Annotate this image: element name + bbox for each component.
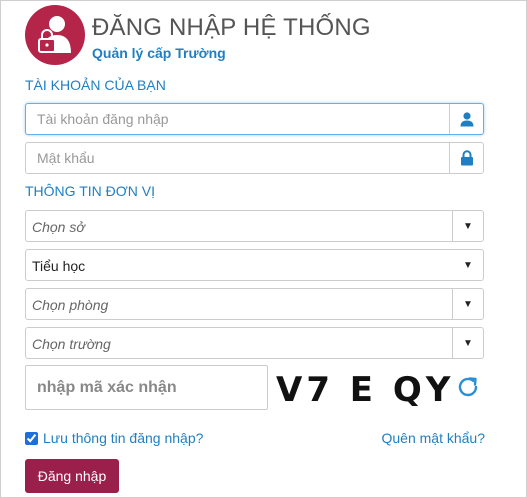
lock-icon [449, 143, 483, 173]
office-select-value: Chọn phòng [32, 297, 109, 313]
captcha-field [25, 365, 268, 410]
account-section-label: TÀI KHOẢN CỦA BẠN [25, 77, 166, 93]
page-subtitle: Quản lý cấp Trường [92, 45, 226, 61]
password-field [25, 142, 484, 174]
username-input[interactable] [26, 104, 451, 134]
page-title: ĐĂNG NHẬP HỆ THỐNG [92, 14, 371, 41]
remember-me[interactable]: Lưu thông tin đăng nhập? [25, 430, 203, 446]
username-field [25, 103, 484, 135]
office-select[interactable]: Chọn phòng ▼ [25, 288, 484, 320]
password-input[interactable] [26, 143, 451, 173]
refresh-icon[interactable] [455, 374, 481, 400]
logo-user-lock-icon [25, 5, 85, 65]
caret-down-icon: ▼ [452, 289, 483, 319]
captcha-input[interactable] [26, 366, 267, 409]
level-select[interactable]: Tiểu học ▼ [25, 249, 484, 281]
captcha-image: V7 E QY [272, 365, 452, 410]
level-select-value: Tiểu học [32, 258, 86, 274]
caret-down-icon: ▼ [452, 328, 483, 358]
forgot-password-link[interactable]: Quên mật khẩu? [381, 430, 485, 446]
captcha-text: V7 E QY [276, 370, 452, 410]
school-select-value: Chọn trường [32, 336, 111, 352]
login-button[interactable]: Đăng nhập [25, 459, 119, 493]
caret-down-icon: ▼ [463, 259, 473, 271]
department-select[interactable]: Chọn sở ▼ [25, 210, 484, 242]
remember-checkbox[interactable] [25, 431, 38, 445]
department-select-value: Chọn sở [32, 219, 85, 235]
school-select[interactable]: Chọn trường ▼ [25, 327, 484, 359]
caret-down-icon: ▼ [452, 211, 483, 241]
user-icon [449, 104, 483, 134]
unit-section-label: THÔNG TIN ĐƠN VỊ [25, 183, 155, 199]
remember-label: Lưu thông tin đăng nhập? [43, 430, 204, 446]
